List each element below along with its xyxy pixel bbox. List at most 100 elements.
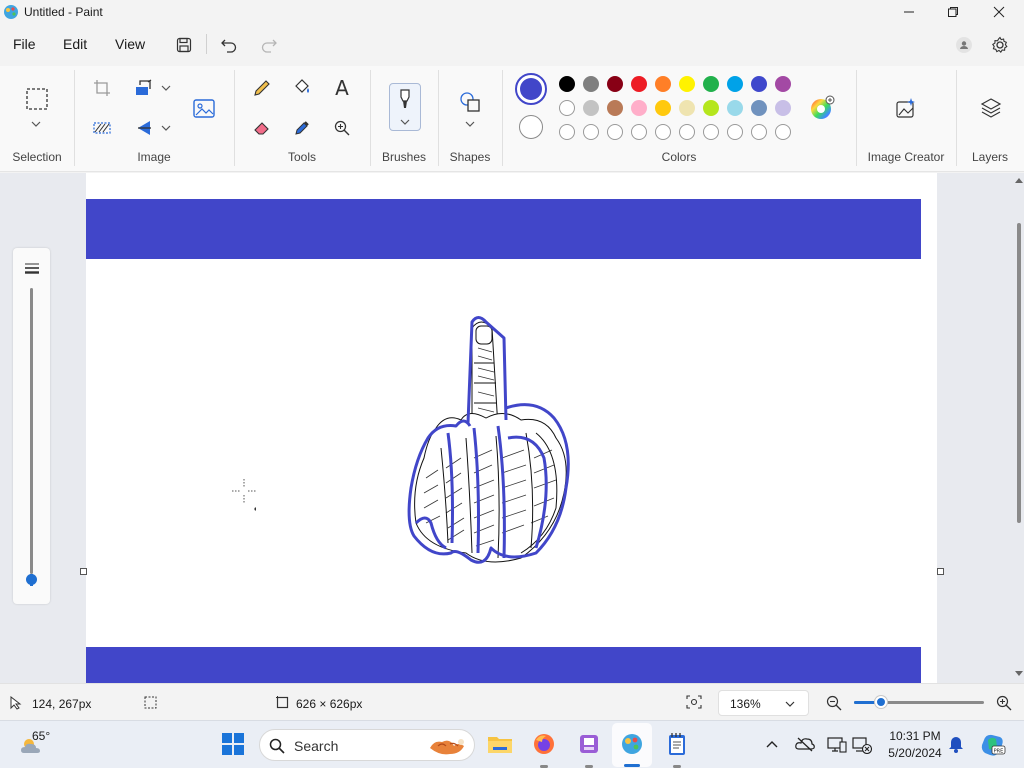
layers-button[interactable] xyxy=(977,94,1005,122)
maximize-button[interactable] xyxy=(930,0,976,24)
secondary-color-button[interactable] xyxy=(519,115,543,139)
color-swatch[interactable] xyxy=(703,100,719,116)
color-swatch[interactable] xyxy=(607,76,623,92)
crop-icon xyxy=(94,80,110,96)
scroll-up-icon[interactable] xyxy=(1015,177,1023,183)
copilot-icon[interactable]: PRE xyxy=(980,732,1006,758)
primary-color-button[interactable] xyxy=(515,73,547,105)
zoom-out-icon[interactable] xyxy=(826,695,842,711)
resize-handle-left[interactable] xyxy=(80,568,87,575)
start-button[interactable] xyxy=(220,731,246,757)
undo-button[interactable] xyxy=(215,32,243,58)
network-disconnected-icon[interactable] xyxy=(852,736,872,754)
color-swatch[interactable] xyxy=(751,76,767,92)
taskbar-search-box[interactable]: Search xyxy=(259,729,475,761)
crop-button[interactable] xyxy=(88,74,116,102)
color-swatch[interactable] xyxy=(655,76,671,92)
zoom-level-dropdown[interactable]: 136% xyxy=(718,690,809,716)
blue-band-bottom xyxy=(86,647,921,683)
color-swatch[interactable] xyxy=(727,100,743,116)
image-edit-icon xyxy=(193,99,215,118)
paint-taskbar-button[interactable] xyxy=(612,723,652,767)
menu-view[interactable]: View xyxy=(115,36,145,52)
fill-tool-button[interactable] xyxy=(288,74,316,102)
notepad-button[interactable] xyxy=(664,731,690,757)
settings-button[interactable] xyxy=(986,32,1014,58)
close-button[interactable] xyxy=(976,0,1022,24)
zoom-slider-thumb[interactable] xyxy=(875,696,887,708)
custom-color-slot[interactable] xyxy=(655,124,671,140)
chevron-up-icon[interactable] xyxy=(766,739,778,749)
color-swatch[interactable] xyxy=(679,76,695,92)
color-swatch[interactable] xyxy=(559,100,575,116)
color-swatch[interactable] xyxy=(607,100,623,116)
firefox-button[interactable] xyxy=(531,731,557,757)
color-picker-button[interactable] xyxy=(288,114,316,142)
color-swatch[interactable] xyxy=(679,100,695,116)
menu-file[interactable]: File xyxy=(13,36,36,52)
custom-color-slot[interactable] xyxy=(751,124,767,140)
custom-color-slot[interactable] xyxy=(727,124,743,140)
group-label-shapes: Shapes xyxy=(449,150,491,164)
color-swatch[interactable] xyxy=(631,76,647,92)
brush-size-track[interactable] xyxy=(30,288,33,574)
color-swatch[interactable] xyxy=(631,100,647,116)
pencil-tool-button[interactable] xyxy=(248,74,276,102)
file-explorer-button[interactable] xyxy=(487,731,513,757)
color-swatch[interactable] xyxy=(583,100,599,116)
display-icon[interactable] xyxy=(827,736,847,754)
vertical-scrollbar[interactable] xyxy=(1014,173,1024,683)
custom-color-slot[interactable] xyxy=(559,124,575,140)
select-all-button[interactable] xyxy=(88,114,116,142)
fit-to-window-icon[interactable] xyxy=(686,695,702,709)
brush-size-thumb[interactable] xyxy=(26,574,37,585)
image-creator-button[interactable] xyxy=(892,94,920,122)
custom-color-slot[interactable] xyxy=(631,124,647,140)
shapes-icon xyxy=(460,92,480,112)
color-swatch[interactable] xyxy=(775,76,791,92)
color-swatch[interactable] xyxy=(583,76,599,92)
brushes-button[interactable] xyxy=(389,83,421,131)
custom-color-slot[interactable] xyxy=(607,124,623,140)
scroll-down-icon[interactable] xyxy=(1015,671,1023,677)
app-button-purple[interactable] xyxy=(576,731,602,757)
group-label-image: Image xyxy=(137,150,171,164)
notification-bell-icon[interactable] xyxy=(948,735,964,753)
custom-color-slot[interactable] xyxy=(703,124,719,140)
color-swatch[interactable] xyxy=(751,100,767,116)
background-removal-button[interactable] xyxy=(190,94,218,122)
eraser-tool-button[interactable] xyxy=(248,114,276,142)
weather-widget[interactable]: 65° xyxy=(14,729,70,761)
magnifier-button[interactable] xyxy=(328,114,356,142)
clock-time[interactable]: 10:31 PM xyxy=(882,729,948,743)
color-swatch[interactable] xyxy=(655,100,671,116)
text-tool-button[interactable]: A xyxy=(328,74,356,102)
undo-icon xyxy=(221,39,237,53)
shapes-button[interactable] xyxy=(456,88,484,116)
edit-colors-button[interactable] xyxy=(808,94,836,122)
custom-color-slot[interactable] xyxy=(775,124,791,140)
redo-button[interactable] xyxy=(255,32,283,58)
color-swatch[interactable] xyxy=(703,76,719,92)
save-button[interactable] xyxy=(170,32,198,58)
selection-tool-button[interactable] xyxy=(22,84,52,114)
custom-color-slot[interactable] xyxy=(583,124,599,140)
rotate-button[interactable] xyxy=(130,114,158,142)
scroll-thumb[interactable] xyxy=(1017,223,1021,523)
custom-color-slot[interactable] xyxy=(679,124,695,140)
resize-handle-right[interactable] xyxy=(937,568,944,575)
account-button[interactable] xyxy=(950,32,978,58)
resize-button[interactable] xyxy=(130,74,158,102)
color-swatch[interactable] xyxy=(775,100,791,116)
clock-date[interactable]: 5/20/2024 xyxy=(882,746,948,760)
account-icon xyxy=(956,37,972,53)
minimize-button[interactable] xyxy=(886,0,932,24)
image-creator-icon xyxy=(896,98,915,118)
folder-icon xyxy=(488,737,512,753)
color-swatch[interactable] xyxy=(727,76,743,92)
drawing-canvas[interactable] xyxy=(86,173,937,683)
zoom-in-icon[interactable] xyxy=(996,695,1012,711)
color-swatch[interactable] xyxy=(559,76,575,92)
onedrive-offline-icon[interactable] xyxy=(795,736,815,752)
menu-edit[interactable]: Edit xyxy=(63,36,87,52)
